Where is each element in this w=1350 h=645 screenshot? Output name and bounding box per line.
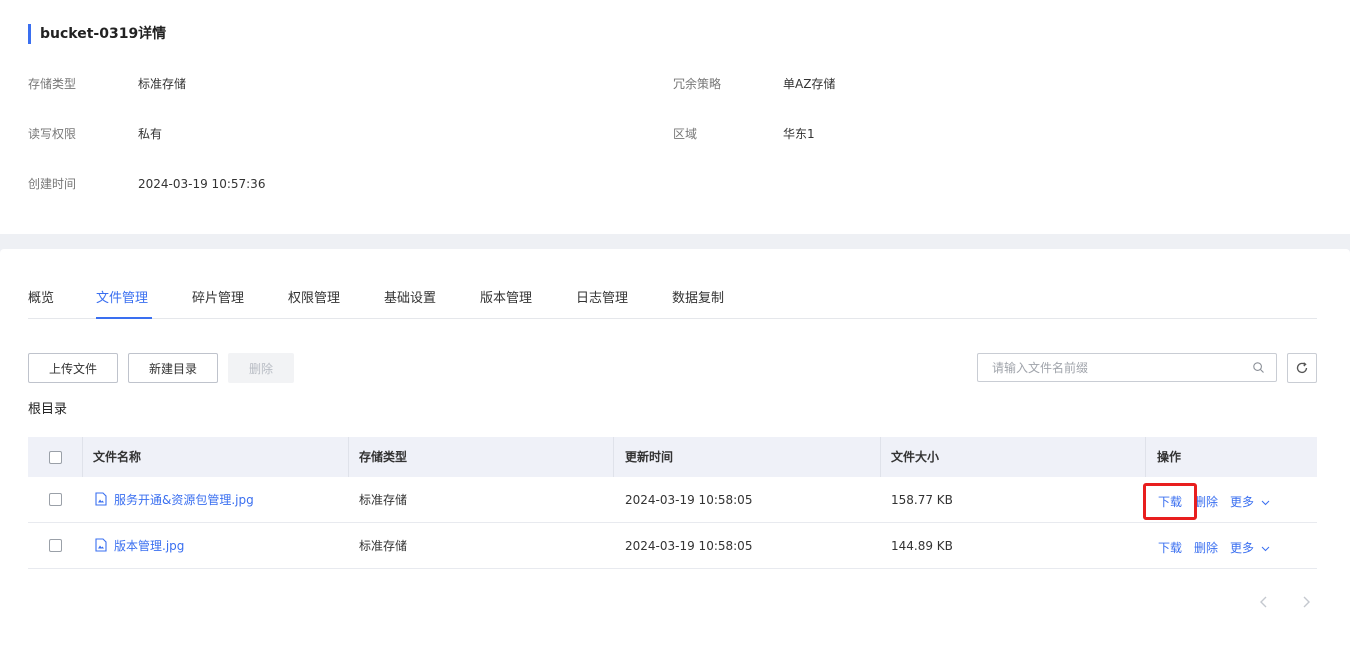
new-directory-button[interactable]: 新建目录	[128, 353, 218, 383]
file-management-card: 概览 文件管理 碎片管理 权限管理 基础设置 版本管理 日志管理 数据复制 上传…	[0, 249, 1350, 645]
file-storage-type: 标准存储	[359, 493, 408, 507]
prev-page-chevron-left-icon[interactable]	[1254, 592, 1274, 612]
row-checkbox[interactable]	[49, 493, 62, 506]
tab-bar: 概览 文件管理 碎片管理 权限管理 基础设置 版本管理 日志管理 数据复制	[28, 287, 1317, 319]
column-divider	[348, 437, 349, 477]
column-divider	[880, 437, 881, 477]
table-header: 文件名称 存储类型 更新时间 文件大小 操作	[28, 437, 1317, 477]
field-value-acl: 私有	[138, 127, 163, 141]
field-label-redundancy: 冗余策略	[673, 77, 722, 91]
more-dropdown[interactable]: 更多	[1230, 479, 1270, 525]
field-value-created: 2024-03-19 10:57:36	[138, 177, 266, 191]
field-value-region: 华东1	[783, 127, 815, 141]
select-all-checkbox[interactable]	[49, 451, 62, 464]
chevron-down-icon	[1261, 500, 1270, 506]
tab-version-management[interactable]: 版本管理	[480, 291, 532, 307]
column-divider	[1145, 437, 1146, 477]
tab-data-replication[interactable]: 数据复制	[672, 291, 724, 307]
tab-overview[interactable]: 概览	[28, 291, 54, 307]
file-size: 158.77 KB	[891, 493, 953, 507]
field-label-storage-type: 存储类型	[28, 77, 77, 91]
column-divider	[613, 437, 614, 477]
search-icon[interactable]	[1253, 362, 1264, 373]
upload-file-button[interactable]: 上传文件	[28, 353, 118, 383]
row-checkbox[interactable]	[49, 539, 62, 552]
column-divider	[82, 437, 83, 477]
delete-button[interactable]: 删除	[228, 353, 294, 383]
file-table: 文件名称 存储类型 更新时间 文件大小 操作 服务开通&资源包管理.jpg 标准…	[28, 437, 1317, 569]
column-header-actions: 操作	[1157, 450, 1182, 464]
column-header-updated: 更新时间	[625, 450, 674, 464]
tab-file-management[interactable]: 文件管理	[96, 291, 148, 307]
page-title: bucket-0319详情	[28, 24, 166, 44]
tab-log-management[interactable]: 日志管理	[576, 291, 628, 307]
field-value-storage-type: 标准存储	[138, 77, 187, 91]
next-page-chevron-right-icon[interactable]	[1296, 592, 1316, 612]
refresh-icon	[1296, 362, 1308, 374]
file-name-link[interactable]: 服务开通&资源包管理.jpg	[114, 477, 254, 523]
column-header-size: 文件大小	[891, 450, 940, 464]
field-label-acl: 读写权限	[28, 127, 77, 141]
file-updated-time: 2024-03-19 10:58:05	[625, 539, 753, 553]
more-label: 更多	[1230, 541, 1255, 555]
table-row: 版本管理.jpg 标准存储 2024-03-19 10:58:05 144.89…	[28, 523, 1317, 569]
refresh-button[interactable]	[1287, 353, 1317, 383]
field-value-redundancy: 单AZ存储	[783, 77, 836, 91]
field-label-region: 区域	[673, 127, 698, 141]
search-box	[977, 353, 1277, 382]
chevron-down-icon	[1261, 546, 1270, 552]
active-tab-indicator	[96, 317, 152, 319]
download-link[interactable]: 下载	[1158, 479, 1182, 525]
tab-fragment-management[interactable]: 碎片管理	[192, 291, 244, 307]
file-name-link[interactable]: 版本管理.jpg	[114, 523, 184, 569]
column-header-storage: 存储类型	[359, 450, 408, 464]
column-header-name: 文件名称	[93, 450, 142, 464]
search-input[interactable]	[978, 354, 1248, 381]
more-label: 更多	[1230, 495, 1255, 509]
more-dropdown[interactable]: 更多	[1230, 525, 1270, 571]
file-size: 144.89 KB	[891, 539, 953, 553]
file-updated-time: 2024-03-19 10:58:05	[625, 493, 753, 507]
file-storage-type: 标准存储	[359, 539, 408, 553]
tab-basic-settings[interactable]: 基础设置	[384, 291, 436, 307]
delete-link[interactable]: 删除	[1194, 479, 1218, 525]
field-label-created: 创建时间	[28, 177, 77, 191]
image-file-icon	[95, 538, 107, 552]
breadcrumb: 根目录	[28, 402, 68, 417]
image-file-icon	[95, 492, 107, 506]
delete-link[interactable]: 删除	[1194, 525, 1218, 571]
download-link[interactable]: 下载	[1158, 525, 1182, 571]
bucket-info-card: bucket-0319详情 存储类型 标准存储 冗余策略 单AZ存储 读写权限 …	[0, 0, 1350, 234]
tab-permission-management[interactable]: 权限管理	[288, 291, 340, 307]
table-row: 服务开通&资源包管理.jpg 标准存储 2024-03-19 10:58:05 …	[28, 477, 1317, 523]
